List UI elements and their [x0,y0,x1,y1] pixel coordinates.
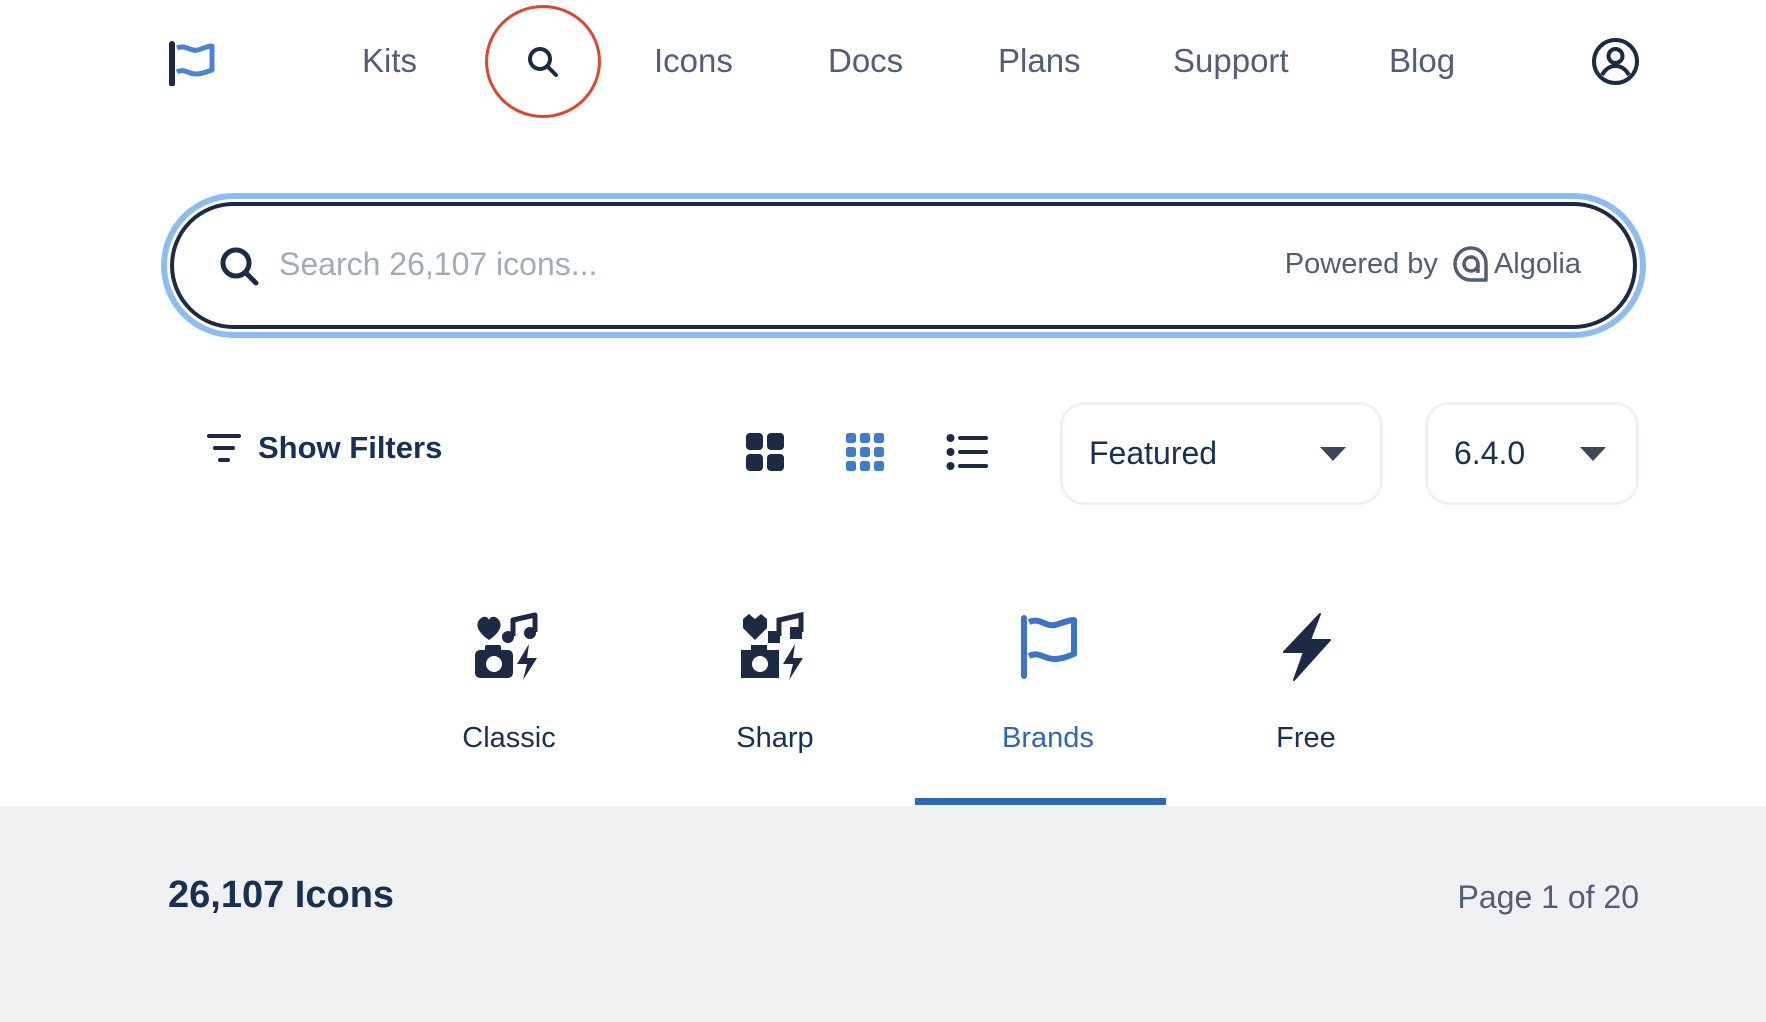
tab-classic[interactable]: Classic [376,610,642,805]
tab-classic-label: Classic [462,722,556,754]
active-tab-indicator [915,798,1166,805]
results-bar: 26,107 Icons Page 1 of 20 [0,806,1766,1022]
version-selected-value: 6.4.0 [1454,435,1526,471]
nav-blog[interactable]: Blog [1389,40,1455,82]
nav-plans[interactable]: Plans [998,40,1081,82]
sharp-icons-icon [741,611,804,680]
nav-icons[interactable]: Icons [654,40,733,82]
results-count: 26,107 Icons [168,874,395,916]
search-focus-ring: Powered by Algolia [161,193,1646,338]
algolia-icon [1453,246,1488,282]
nav-kits[interactable]: Kits [362,40,417,82]
flag-icon [1021,615,1077,679]
list-icon[interactable] [946,432,988,472]
search-box: Powered by Algolia [170,202,1637,329]
grid-large-icon[interactable] [745,432,785,472]
grid-small-icon[interactable] [845,432,885,472]
search-input[interactable] [279,234,1229,294]
version-select[interactable]: 6.4.0 [1425,402,1639,505]
user-circle-icon[interactable] [1591,37,1640,86]
classic-icons-icon [475,612,538,680]
filter-icon [207,434,241,462]
powered-by-algolia[interactable]: Powered by Algolia [1285,245,1581,283]
tab-sharp-label: Sharp [736,722,814,754]
nav-docs[interactable]: Docs [828,40,903,82]
tab-free-label: Free [1276,722,1336,754]
bolt-icon [1283,613,1331,681]
logo-flag-icon[interactable] [168,40,216,86]
sort-selected-value: Featured [1089,435,1218,471]
tab-brands[interactable]: Brands [915,610,1181,805]
show-filters-button[interactable]: Show Filters [206,430,442,466]
show-filters-label: Show Filters [258,430,443,465]
chevron-down-icon [1580,446,1606,461]
tab-free[interactable]: Free [1173,610,1439,805]
tab-sharp[interactable]: Sharp [642,610,908,805]
nav-support[interactable]: Support [1173,40,1289,82]
page-indicator: Page 1 of 20 [1457,879,1639,915]
chevron-down-icon [1320,446,1346,461]
top-nav: Kits Icons Docs Plans Support Blog [0,0,1766,125]
sort-select[interactable]: Featured [1060,402,1383,505]
search-icon [528,46,558,77]
powered-by-label: Powered by [1284,247,1438,280]
nav-search-button[interactable] [485,5,601,118]
tab-brands-label: Brands [1002,722,1094,754]
search-icon [220,247,259,286]
algolia-label: Algolia [1493,247,1581,280]
